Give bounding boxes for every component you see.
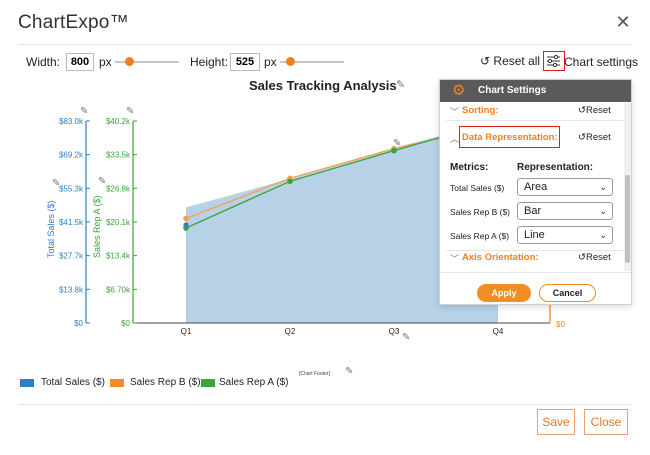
- chevron-up-icon[interactable]: ︿: [450, 132, 459, 145]
- tick-label-total-sales: $13.8k: [59, 285, 84, 294]
- metric-label-sales-rep-a: Sales Rep A ($): [450, 231, 510, 241]
- legend-item-sales-rep-b[interactable]: Sales Rep B ($): [130, 377, 201, 388]
- chart-settings-panel: ⚙ Chart Settings ﹀ Sorting: ↺Reset ︿ Dat…: [439, 79, 632, 305]
- representation-header: Representation:: [517, 162, 594, 173]
- x-tick-label: Q4: [493, 327, 504, 336]
- sorting-reset-button[interactable]: ↺Reset: [578, 105, 611, 116]
- tick-label-total-sales: $69.2k: [59, 151, 84, 160]
- data-representation-section-title[interactable]: Data Representation:: [462, 132, 558, 143]
- edit-series-pencil-icon[interactable]: ✎: [393, 138, 401, 149]
- reset-icon: ↺: [578, 105, 586, 116]
- legend-swatch-sales-rep-b: [110, 379, 124, 387]
- panel-divider: [446, 250, 624, 251]
- metric-label-total-sales: Total Sales ($): [450, 183, 505, 193]
- footer-divider: [18, 404, 632, 405]
- tick-label-sales-rep-a: $26.8k: [106, 184, 131, 193]
- legend-item-total-sales[interactable]: Total Sales ($): [41, 377, 105, 388]
- panel-scrollbar-thumb[interactable]: [625, 175, 630, 263]
- chevron-down-icon[interactable]: ﹀: [450, 252, 459, 265]
- x-tick-label: Q3: [389, 327, 400, 336]
- representation-select-sales-rep-b[interactable]: Bar ⌄: [517, 202, 613, 220]
- legend-swatch-sales-rep-a: [201, 379, 215, 387]
- axis-orientation-section-title[interactable]: Axis Orientation:: [462, 252, 539, 263]
- tick-label-total-sales: $55.3k: [59, 184, 84, 193]
- representation-select-sales-rep-a[interactable]: Line ⌄: [517, 226, 613, 244]
- chevron-down-icon: ⌄: [599, 230, 607, 240]
- representation-select-total-sales[interactable]: Area ⌄: [517, 178, 613, 196]
- chevron-down-icon: ⌄: [599, 182, 607, 192]
- metrics-header: Metrics:: [450, 162, 489, 173]
- data-representation-reset-button[interactable]: ↺Reset: [578, 132, 611, 143]
- metric-label-sales-rep-b: Sales Rep B ($): [450, 207, 510, 217]
- reset-icon: ↺: [578, 252, 586, 263]
- point-sales-rep-b: [183, 215, 189, 222]
- reset-icon: ↺: [578, 132, 586, 143]
- gear-icon: ⚙: [452, 82, 466, 99]
- chevron-down-icon: ⌄: [599, 206, 607, 216]
- panel-header: ⚙ Chart Settings: [440, 80, 631, 102]
- tick-label-total-sales: $0: [74, 319, 83, 328]
- point-sales-rep-a: [287, 178, 293, 185]
- edit-xaxis-pencil-icon[interactable]: ✎: [402, 332, 410, 343]
- legend: Total Sales ($) Sales Rep B ($) Sales Re…: [20, 376, 300, 390]
- tick-label-sales-rep-a: $0: [121, 319, 130, 328]
- panel-divider: [446, 120, 624, 121]
- sorting-section-title[interactable]: Sorting:: [462, 105, 498, 116]
- legend-item-sales-rep-a[interactable]: Sales Rep A ($): [219, 377, 288, 388]
- cancel-button[interactable]: Cancel: [539, 284, 596, 302]
- chart-footer: [Chart Footer]: [299, 371, 330, 377]
- save-button[interactable]: Save: [537, 409, 575, 435]
- tick-label-total-sales: $41.5k: [59, 218, 84, 227]
- x-tick-label: Q2: [285, 327, 296, 336]
- tick-label-total-sales: $27.7k: [59, 252, 84, 261]
- panel-header-label: Chart Settings: [478, 85, 547, 96]
- tick-label-sales-rep-a: $6.70k: [106, 285, 131, 294]
- legend-swatch-total-sales: [20, 379, 34, 387]
- right-axis-zero-tick: $0: [556, 320, 565, 329]
- tick-label-sales-rep-a: $33.5k: [106, 151, 131, 160]
- panel-divider: [440, 272, 631, 273]
- axis-orientation-reset-button[interactable]: ↺Reset: [578, 252, 611, 263]
- chevron-down-icon[interactable]: ﹀: [450, 105, 459, 118]
- edit-footer-pencil-icon[interactable]: ✎: [345, 366, 353, 377]
- tick-label-sales-rep-a: $40.2k: [106, 117, 131, 126]
- tick-label-sales-rep-a: $13.4k: [106, 252, 131, 261]
- x-tick-label: Q1: [181, 327, 192, 336]
- tick-label-total-sales: $83.0k: [59, 117, 84, 126]
- point-total-sales: [183, 222, 189, 228]
- apply-button[interactable]: Apply: [477, 284, 531, 302]
- tick-label-sales-rep-a: $20.1k: [106, 218, 131, 227]
- close-button[interactable]: Close: [584, 409, 628, 435]
